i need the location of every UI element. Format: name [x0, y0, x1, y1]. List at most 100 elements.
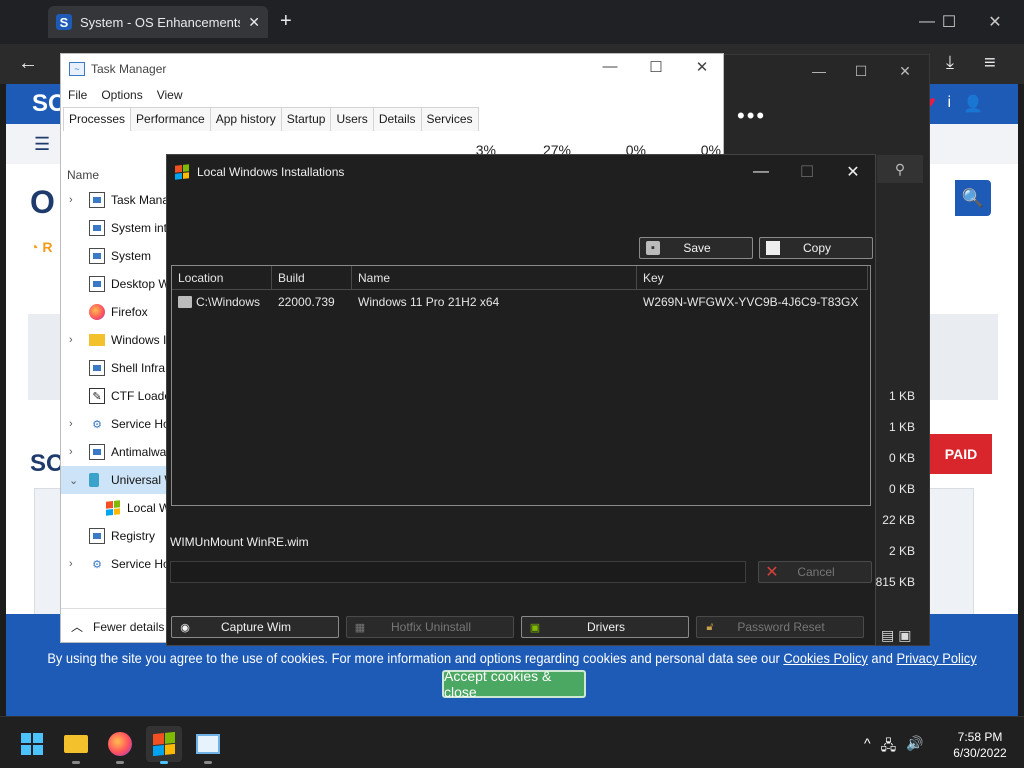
taskbar-firefox[interactable] — [102, 726, 138, 764]
cell-key: W269N-WFGWX-YVC9B-4J6C9-T83GX — [643, 295, 859, 309]
clock-date: 6/30/2022 — [953, 746, 1007, 760]
cell-location: C:\Windows — [172, 295, 272, 309]
expand-chevron-icon[interactable]: › — [69, 446, 79, 458]
tm-close-button[interactable]: ✕ — [679, 58, 723, 76]
more-options-icon[interactable]: ••• — [737, 103, 766, 129]
view-toggle: ▤ ▣ — [881, 627, 911, 644]
taskbar-windows-installations-app[interactable] — [146, 726, 182, 764]
tab-processes[interactable]: Processes — [63, 107, 132, 131]
expand-chevron-icon[interactable]: › — [69, 334, 79, 346]
cookies-policy-link[interactable]: Cookies Policy — [783, 650, 867, 666]
tab-close-icon[interactable]: ✕ — [248, 14, 260, 31]
bg-window-maximize-button[interactable]: ☐ — [841, 63, 881, 80]
column-header-build[interactable]: Build — [272, 266, 352, 290]
bg-window-minimize-button[interactable]: — — [799, 63, 839, 79]
taskbar-task-manager[interactable] — [190, 726, 226, 764]
progress-bar — [170, 561, 746, 583]
rss-label: R — [42, 239, 53, 255]
app-icon — [89, 444, 105, 460]
column-header-key[interactable]: Key — [637, 266, 868, 290]
system-tray: ^ 🖧 🔊 — [864, 735, 924, 759]
expand-chevron-icon[interactable]: › — [69, 194, 79, 206]
folder-icon — [89, 334, 105, 346]
search-icon[interactable]: ⚲ — [877, 155, 923, 183]
menu-view[interactable]: View — [157, 88, 183, 102]
cancel-x-icon: ✕ — [765, 564, 779, 581]
location-text: C:\Windows — [196, 295, 261, 309]
show-hidden-icons-icon[interactable]: ^ — [864, 735, 871, 759]
expand-chevron-icon[interactable]: › — [69, 418, 79, 430]
process-name: Service Ho — [111, 557, 170, 571]
dialog-close-button[interactable]: ✕ — [831, 159, 875, 185]
cell-build: 22000.739 — [278, 295, 335, 309]
task-manager-title: Task Manager — [91, 62, 167, 76]
hamburger-menu-icon[interactable]: ☰ — [34, 134, 50, 155]
process-name: System int — [111, 221, 168, 235]
network-icon[interactable]: 🖧 — [881, 735, 897, 759]
save-label: Save — [683, 241, 711, 255]
rss-link[interactable]: ◔ R — [30, 239, 52, 255]
privacy-policy-link[interactable]: Privacy Policy — [896, 650, 976, 666]
drivers-label: Drivers — [587, 620, 625, 634]
dialog-titlebar[interactable]: Local Windows Installations — [175, 161, 344, 183]
tab-services[interactable]: Services — [420, 107, 479, 131]
capture-wim-button[interactable]: ◉ Capture Wim — [171, 616, 339, 638]
cancel-button: ✕ Cancel — [758, 561, 872, 583]
driver-board-icon: ▣ — [529, 621, 541, 634]
document-icon — [766, 241, 780, 255]
copy-label: Copy — [802, 241, 831, 255]
taskbar-file-explorer[interactable] — [58, 726, 94, 764]
process-name: Shell Infra — [111, 361, 166, 375]
paid-badge[interactable]: PAID — [930, 434, 992, 474]
clock[interactable]: 7:58 PM 6/30/2022 — [940, 729, 1020, 761]
app-icon — [89, 528, 105, 544]
tab-users[interactable]: Users — [330, 107, 374, 131]
browser-close-button[interactable]: ✕ — [972, 8, 1018, 36]
task-manager-icon — [196, 734, 220, 754]
tm-minimize-button[interactable]: — — [587, 58, 633, 75]
menu-file[interactable]: File — [68, 88, 87, 102]
floppy-disk-icon: ▪ — [646, 241, 660, 255]
process-name: Desktop W — [111, 277, 170, 291]
preview-view-icon[interactable]: ▣ — [898, 627, 911, 644]
new-tab-button[interactable]: + — [280, 10, 292, 33]
process-name: Windows I — [111, 333, 167, 347]
drivers-button[interactable]: ▣ Drivers — [521, 616, 689, 638]
info-icon[interactable]: i — [948, 94, 952, 114]
site-page-heading: O — [30, 184, 55, 220]
accept-cookies-button[interactable]: Accept cookies & close — [442, 668, 586, 700]
browser-menu-button[interactable]: ≡ — [984, 52, 996, 75]
volume-icon[interactable]: 🔊 — [906, 735, 923, 759]
back-button[interactable]: ← — [18, 52, 38, 75]
downloads-button[interactable]: ⤓ — [946, 52, 954, 73]
start-button[interactable] — [14, 726, 50, 762]
table-row[interactable]: C:\Windows 22000.739 Windows 11 Pro 21H2… — [172, 290, 870, 314]
browser-tab[interactable]: S System - OS Enhancements Do ✕ — [48, 6, 268, 38]
chevron-up-icon[interactable]: ︿ — [71, 618, 83, 635]
save-button[interactable]: ▪ Save — [639, 237, 753, 259]
expand-chevron-icon[interactable]: ⌄ — [69, 474, 79, 487]
fewer-details-button[interactable]: Fewer details — [93, 620, 164, 634]
column-header-location[interactable]: Location — [172, 266, 272, 290]
browser-maximize-button[interactable]: ☐ — [926, 8, 972, 36]
dialog-minimize-button[interactable]: — — [739, 159, 783, 185]
start-icon — [21, 733, 43, 755]
tab-startup[interactable]: Startup — [280, 107, 332, 131]
details-view-icon[interactable]: ▤ — [881, 627, 894, 644]
bg-window-close-button[interactable]: ✕ — [885, 63, 925, 80]
user-icon[interactable]: 👤 — [963, 94, 983, 114]
padlock-icon: 🔓︎ — [706, 620, 714, 633]
tm-maximize-button[interactable]: ☐ — [633, 58, 679, 76]
hotfix-uninstall-button: ▦ Hotfix Uninstall — [346, 616, 514, 638]
tab-performance[interactable]: Performance — [130, 107, 211, 131]
tab-app-history[interactable]: App history — [209, 107, 282, 131]
tab-details[interactable]: Details — [372, 107, 422, 131]
menu-options[interactable]: Options — [101, 88, 142, 102]
expand-chevron-icon[interactable]: › — [69, 558, 79, 570]
app-icon — [89, 192, 105, 208]
site-search-button[interactable]: 🔍 — [955, 180, 991, 216]
column-header-name[interactable]: Name — [352, 266, 637, 290]
copy-button[interactable]: Copy — [759, 237, 873, 259]
cookie-text-and: and — [867, 650, 897, 666]
windows-icon — [105, 500, 121, 516]
